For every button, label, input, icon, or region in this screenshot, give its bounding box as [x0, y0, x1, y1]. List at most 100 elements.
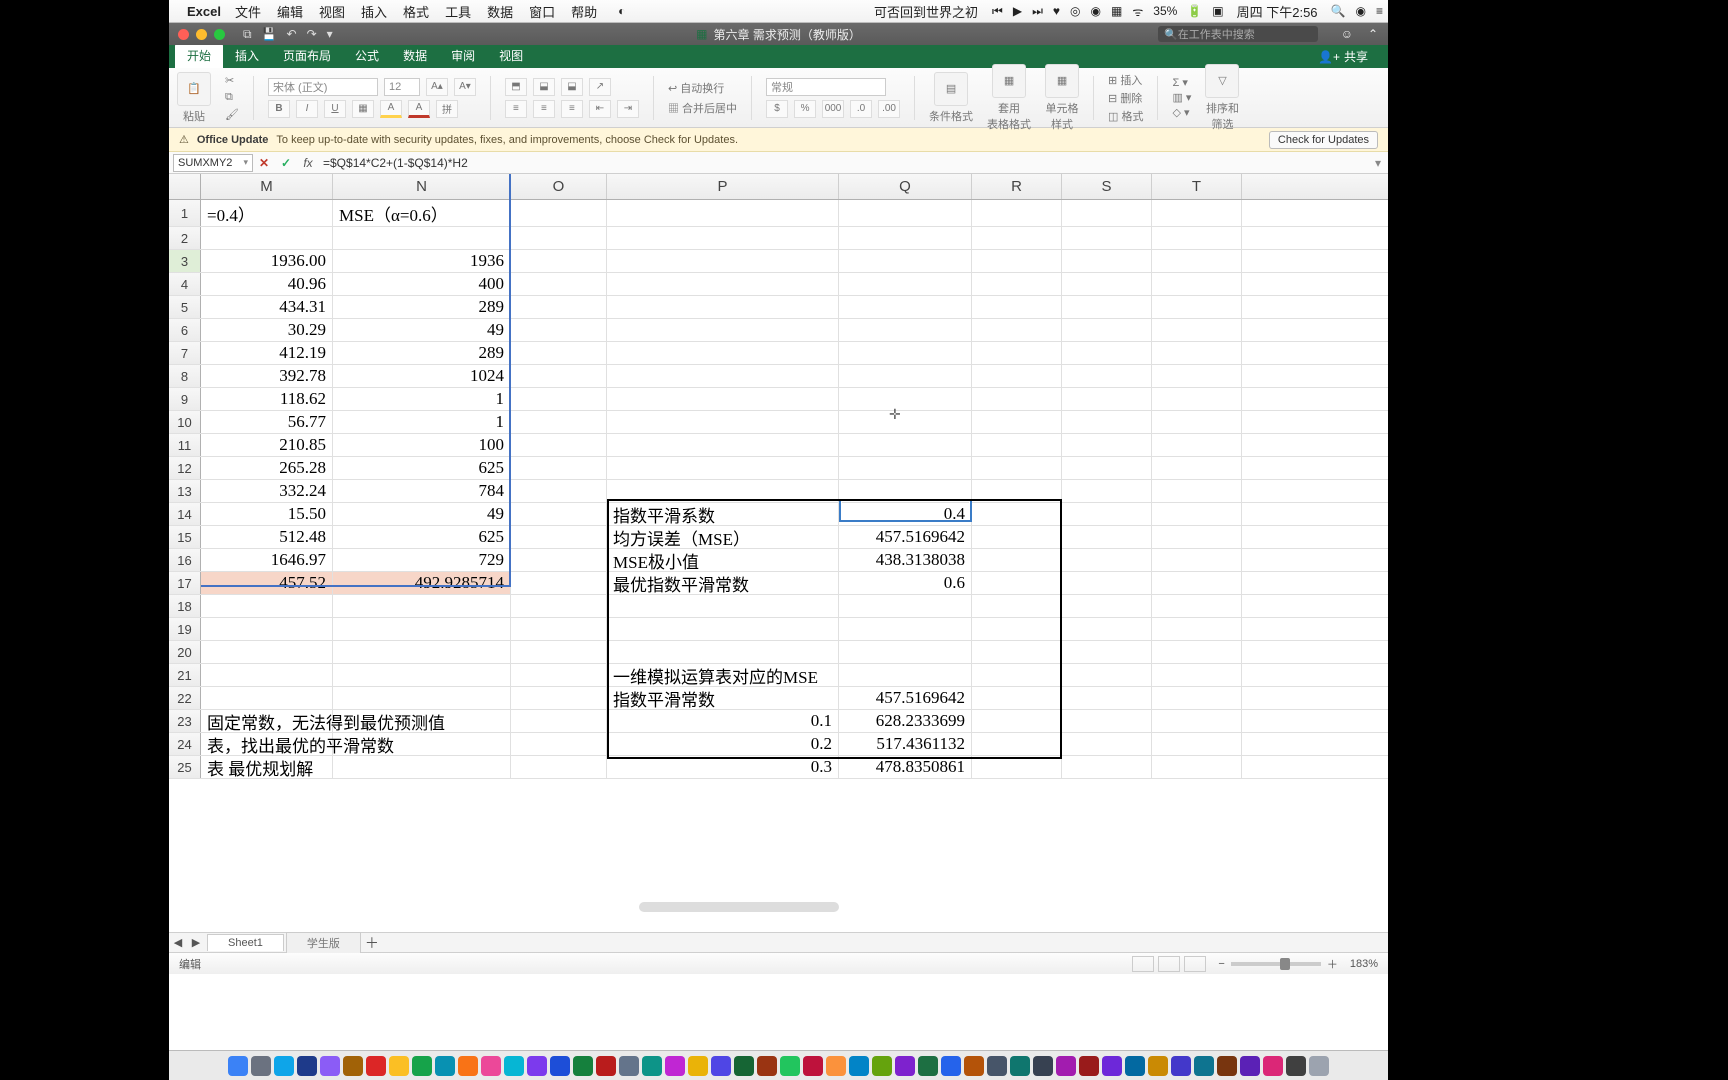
row-header[interactable]: 18 — [169, 595, 201, 617]
dock-app-icon[interactable] — [688, 1056, 708, 1076]
zoom-window-icon[interactable] — [214, 29, 225, 40]
cell[interactable] — [1062, 710, 1152, 732]
dock-app-icon[interactable] — [412, 1056, 432, 1076]
cell[interactable]: MSE极小值 — [607, 549, 839, 571]
cell[interactable] — [1152, 273, 1242, 295]
cell[interactable] — [511, 200, 607, 226]
cell[interactable]: 0.1 — [607, 710, 839, 732]
sheet-tab-active[interactable]: Sheet1 — [207, 934, 284, 951]
cell[interactable] — [1062, 733, 1152, 755]
horizontal-scrollbar[interactable] — [639, 902, 839, 912]
col-header-s[interactable]: S — [1062, 174, 1152, 199]
cell[interactable]: 118.62 — [201, 388, 333, 410]
align-right-icon[interactable]: ≡ — [561, 100, 583, 118]
zoom-out-icon[interactable]: − — [1218, 958, 1224, 970]
cell[interactable] — [972, 595, 1062, 617]
cut-icon[interactable]: ✂ — [225, 74, 234, 87]
cell[interactable] — [607, 250, 839, 272]
cell[interactable] — [972, 365, 1062, 387]
cell[interactable] — [511, 733, 607, 755]
cell[interactable] — [607, 342, 839, 364]
cell[interactable]: 729 — [333, 549, 511, 571]
insert-cells-button[interactable]: ⊞ 插入 — [1108, 72, 1142, 88]
cell[interactable]: 0.4 — [839, 503, 972, 525]
row-header[interactable]: 19 — [169, 618, 201, 640]
menu-tools[interactable]: 工具 — [445, 2, 471, 21]
row-header[interactable]: 3 — [169, 250, 201, 272]
dock-app-icon[interactable] — [527, 1056, 547, 1076]
cell[interactable]: MSE（α=0.6） — [333, 200, 511, 226]
cell[interactable]: 412.19 — [201, 342, 333, 364]
row-header[interactable]: 2 — [169, 227, 201, 249]
cell[interactable]: 表，找出最优的平滑常数 — [201, 733, 333, 755]
cell[interactable] — [972, 480, 1062, 502]
dock-app-icon[interactable] — [1286, 1056, 1306, 1076]
cell[interactable] — [839, 411, 972, 433]
cell[interactable] — [972, 641, 1062, 663]
cell[interactable] — [1152, 319, 1242, 341]
cell[interactable] — [972, 227, 1062, 249]
qat-undo-icon[interactable]: ↶ — [287, 27, 297, 42]
cell[interactable]: 289 — [333, 342, 511, 364]
menu-file[interactable]: 文件 — [235, 2, 261, 21]
col-header-m[interactable]: M — [201, 174, 333, 199]
cell[interactable]: 434.31 — [201, 296, 333, 318]
cell[interactable] — [511, 687, 607, 709]
cell[interactable]: 517.4361132 — [839, 733, 972, 755]
font-color-icon[interactable]: A — [408, 100, 430, 118]
cell[interactable]: 625 — [333, 526, 511, 548]
dock-app-icon[interactable] — [251, 1056, 271, 1076]
cell[interactable] — [1062, 641, 1152, 663]
cell[interactable] — [1152, 342, 1242, 364]
cell[interactable]: 15.50 — [201, 503, 333, 525]
prev-track-icon[interactable]: ⏮ — [992, 4, 1003, 19]
cell[interactable] — [511, 480, 607, 502]
qat-customize-icon[interactable]: ▾ — [327, 27, 333, 42]
align-center-icon[interactable]: ≡ — [533, 100, 555, 118]
col-header-o[interactable]: O — [511, 174, 607, 199]
row-header[interactable]: 21 — [169, 664, 201, 686]
dock-app-icon[interactable] — [826, 1056, 846, 1076]
dock-app-icon[interactable] — [872, 1056, 892, 1076]
cell[interactable] — [1152, 641, 1242, 663]
cell[interactable] — [607, 227, 839, 249]
cell[interactable] — [1062, 687, 1152, 709]
cell[interactable] — [511, 434, 607, 456]
cell[interactable] — [1062, 200, 1152, 226]
heart-icon[interactable]: ♥ — [1053, 4, 1060, 18]
cell[interactable]: 457.52 — [201, 572, 333, 594]
cell[interactable] — [972, 200, 1062, 226]
status-icon-2[interactable]: ◉ — [1091, 4, 1101, 18]
autosum-icon[interactable]: Σ ▾ — [1172, 76, 1187, 89]
dock-app-icon[interactable] — [297, 1056, 317, 1076]
cell[interactable] — [511, 641, 607, 663]
cell[interactable]: 492.9285714 — [333, 572, 511, 594]
row-header[interactable]: 11 — [169, 434, 201, 456]
row-header[interactable]: 16 — [169, 549, 201, 571]
paste-button[interactable]: 📋 — [177, 72, 211, 106]
cell[interactable] — [1152, 618, 1242, 640]
cell[interactable] — [1152, 411, 1242, 433]
dock-app-icon[interactable] — [1056, 1056, 1076, 1076]
cell[interactable] — [1062, 319, 1152, 341]
align-left-icon[interactable]: ≡ — [505, 100, 527, 118]
spreadsheet-grid[interactable]: M N O P Q R S T 1=0.4）MSE（α=0.6）231936.0… — [169, 174, 1388, 932]
dock-app-icon[interactable] — [987, 1056, 1007, 1076]
dock-app-icon[interactable] — [1033, 1056, 1053, 1076]
dock-app-icon[interactable] — [1263, 1056, 1283, 1076]
col-header-q[interactable]: Q — [839, 174, 972, 199]
menu-help[interactable]: 帮助 — [571, 2, 597, 21]
tab-formulas[interactable]: 公式 — [343, 43, 391, 68]
cell[interactable]: 均方误差（MSE） — [607, 526, 839, 548]
sort-filter-button[interactable]: ▽ — [1205, 64, 1239, 98]
cell[interactable] — [1062, 365, 1152, 387]
cell[interactable]: 210.85 — [201, 434, 333, 456]
dock-app-icon[interactable] — [665, 1056, 685, 1076]
minimize-window-icon[interactable] — [196, 29, 207, 40]
cell[interactable]: 332.24 — [201, 480, 333, 502]
cell[interactable] — [1062, 480, 1152, 502]
borders-icon[interactable]: ▦ — [352, 100, 374, 118]
qat-redo-icon[interactable]: ↷ — [307, 27, 317, 42]
cell[interactable]: 512.48 — [201, 526, 333, 548]
dock-app-icon[interactable] — [803, 1056, 823, 1076]
